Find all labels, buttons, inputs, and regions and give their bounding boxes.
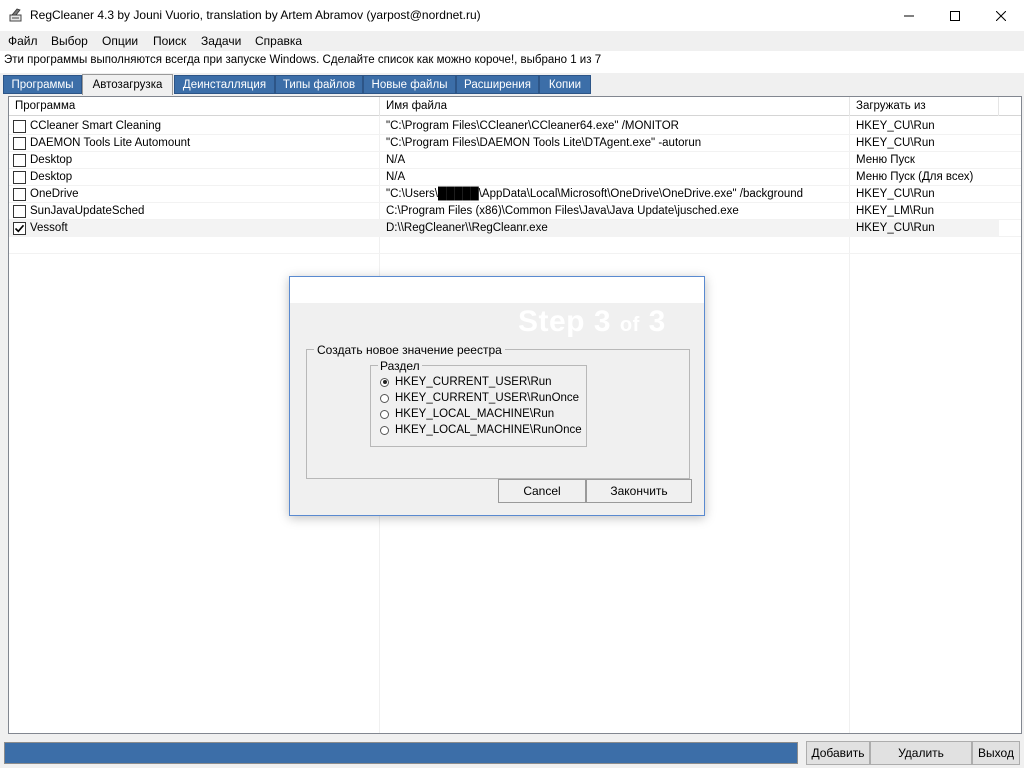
- info-bar: Эти программы выполняются всегда при зап…: [0, 51, 1024, 73]
- menu-bar: Файл Выбор Опции Поиск Задачи Справка: [0, 31, 1024, 51]
- menu-options[interactable]: Опции: [102, 34, 138, 48]
- radio-icon: [380, 393, 389, 403]
- step-word: Step: [518, 305, 586, 338]
- tab-programs[interactable]: Программы: [3, 75, 82, 94]
- radio-label: HKEY_CURRENT_USER\Run: [395, 376, 552, 388]
- radio-hkcu-runonce[interactable]: HKEY_CURRENT_USER\RunOnce: [380, 390, 579, 406]
- tab-uninstall[interactable]: Деинсталляция: [174, 75, 275, 94]
- cell-source: Меню Пуск: [856, 154, 915, 166]
- delete-button[interactable]: Удалить: [870, 741, 972, 765]
- step-of: of: [619, 314, 640, 336]
- row-checkbox[interactable]: [13, 137, 26, 150]
- row-checkbox-checked[interactable]: [13, 222, 26, 235]
- column-program[interactable]: Программа: [9, 97, 380, 116]
- progress-bar: [4, 742, 798, 764]
- cell-program: Desktop: [30, 154, 73, 166]
- column-file-name[interactable]: Имя файла: [380, 97, 850, 116]
- radio-selected-icon: [380, 377, 389, 387]
- cell-program: Desktop: [30, 171, 73, 183]
- table-row[interactable]: OneDrive "C:\Users\█████\AppData\Local\M…: [9, 186, 999, 203]
- radio-icon: [380, 425, 389, 435]
- table-row[interactable]: Vessoft D:\\RegCleaner\\RegCleanr.exe HK…: [9, 220, 999, 237]
- menu-file[interactable]: Файл: [8, 34, 38, 48]
- cell-program: Vessoft: [30, 222, 68, 234]
- radio-hklm-runonce[interactable]: HKEY_LOCAL_MACHINE\RunOnce: [380, 422, 582, 438]
- finish-button[interactable]: Закончить: [586, 479, 692, 503]
- new-registry-value-dialog: Step 3 of 3 Создать новое значение реест…: [289, 276, 705, 516]
- radio-label: HKEY_CURRENT_USER\RunOnce: [395, 392, 580, 404]
- radio-label: HKEY_LOCAL_MACHINE\RunOnce: [395, 424, 582, 436]
- close-icon: [996, 10, 1006, 21]
- cell-source: HKEY_CU\Run: [856, 137, 935, 149]
- step-current: 3: [593, 305, 612, 338]
- tab-extensions[interactable]: Расширения: [456, 75, 539, 94]
- title-bar: RegCleaner 4.3 by Jouni Vuorio, translat…: [0, 0, 1024, 31]
- cell-program: CCleaner Smart Cleaning: [30, 120, 162, 132]
- row-checkbox[interactable]: [13, 205, 26, 218]
- cell-file: N/A: [386, 171, 406, 183]
- minimize-icon: [904, 15, 914, 16]
- step-total: 3: [648, 305, 666, 338]
- tab-file-types[interactable]: Типы файлов: [275, 75, 363, 94]
- tab-new-files[interactable]: Новые файлы: [363, 75, 456, 94]
- tab-backups[interactable]: Копии: [539, 75, 591, 94]
- info-text: Эти программы выполняются всегда при зап…: [4, 54, 602, 66]
- cancel-button[interactable]: Cancel: [498, 479, 586, 503]
- row-checkbox[interactable]: [13, 154, 26, 167]
- menu-help[interactable]: Справка: [255, 34, 302, 48]
- maximize-button[interactable]: [932, 0, 978, 31]
- table-row[interactable]: Desktop N/A Меню Пуск (Для всех): [9, 169, 999, 186]
- row-checkbox[interactable]: [13, 120, 26, 133]
- row-checkbox[interactable]: [13, 171, 26, 184]
- column-load-from[interactable]: Загружать из: [850, 97, 999, 116]
- table-row[interactable]: SunJavaUpdateSched C:\Program Files (x86…: [9, 203, 999, 220]
- menu-select[interactable]: Выбор: [51, 34, 88, 48]
- cell-file: "C:\Users\█████\AppData\Local\Microsoft\…: [386, 188, 804, 200]
- tab-autostart[interactable]: Автозагрузка: [82, 74, 173, 95]
- window-title: RegCleaner 4.3 by Jouni Vuorio, translat…: [30, 8, 481, 22]
- section-group-label: Раздел: [378, 359, 422, 373]
- cell-source: HKEY_CU\Run: [856, 120, 935, 132]
- tab-strip: Программы Автозагрузка Деинсталляция Тип…: [0, 74, 1024, 95]
- radio-hkcu-run[interactable]: HKEY_CURRENT_USER\Run: [380, 374, 552, 390]
- checkmark-icon: [14, 224, 25, 233]
- regcleaner-app-icon: [9, 8, 22, 22]
- menu-search[interactable]: Поиск: [153, 34, 186, 48]
- step-indicator: Step 3 of 3: [518, 305, 666, 339]
- list-header: Программа Имя файла Загружать из: [9, 97, 1021, 116]
- radio-hklm-run[interactable]: HKEY_LOCAL_MACHINE\Run: [380, 406, 554, 422]
- bottom-bar: Добавить Удалить Выход: [0, 740, 1024, 768]
- minimize-button[interactable]: [886, 0, 932, 31]
- row-checkbox[interactable]: [13, 188, 26, 201]
- cell-file: "C:\Program Files\DAEMON Tools Lite\DTAg…: [386, 137, 702, 149]
- close-button[interactable]: [978, 0, 1024, 31]
- row-divider: [9, 253, 1021, 254]
- table-row[interactable]: CCleaner Smart Cleaning "C:\Program File…: [9, 118, 999, 135]
- cell-source: Меню Пуск (Для всех): [856, 171, 974, 183]
- cell-file: "C:\Program Files\CCleaner\CCleaner64.ex…: [386, 120, 679, 132]
- menu-tasks[interactable]: Задачи: [201, 34, 241, 48]
- add-button[interactable]: Добавить: [806, 741, 870, 765]
- cell-program: DAEMON Tools Lite Automount: [30, 137, 191, 149]
- cell-file: N/A: [386, 154, 406, 166]
- cell-program: SunJavaUpdateSched: [30, 205, 145, 217]
- cell-file: C:\Program Files (x86)\Common Files\Java…: [386, 205, 739, 217]
- table-row[interactable]: DAEMON Tools Lite Automount "C:\Program …: [9, 135, 999, 152]
- radio-icon: [380, 409, 389, 419]
- cell-source: HKEY_CU\Run: [856, 222, 935, 234]
- exit-button[interactable]: Выход: [972, 741, 1020, 765]
- radio-label: HKEY_LOCAL_MACHINE\Run: [395, 408, 555, 420]
- maximize-icon: [950, 10, 960, 21]
- cell-program: OneDrive: [30, 188, 79, 200]
- cell-source: HKEY_LM\Run: [856, 205, 934, 217]
- cell-file: D:\\RegCleaner\\RegCleanr.exe: [386, 222, 548, 234]
- dialog-header: [290, 277, 704, 303]
- table-row[interactable]: Desktop N/A Меню Пуск: [9, 152, 999, 169]
- regcleaner-window: RegCleaner 4.3 by Jouni Vuorio, translat…: [0, 0, 1024, 768]
- cell-source: HKEY_CU\Run: [856, 188, 935, 200]
- new-value-group-label: Создать новое значение реестра: [314, 343, 505, 357]
